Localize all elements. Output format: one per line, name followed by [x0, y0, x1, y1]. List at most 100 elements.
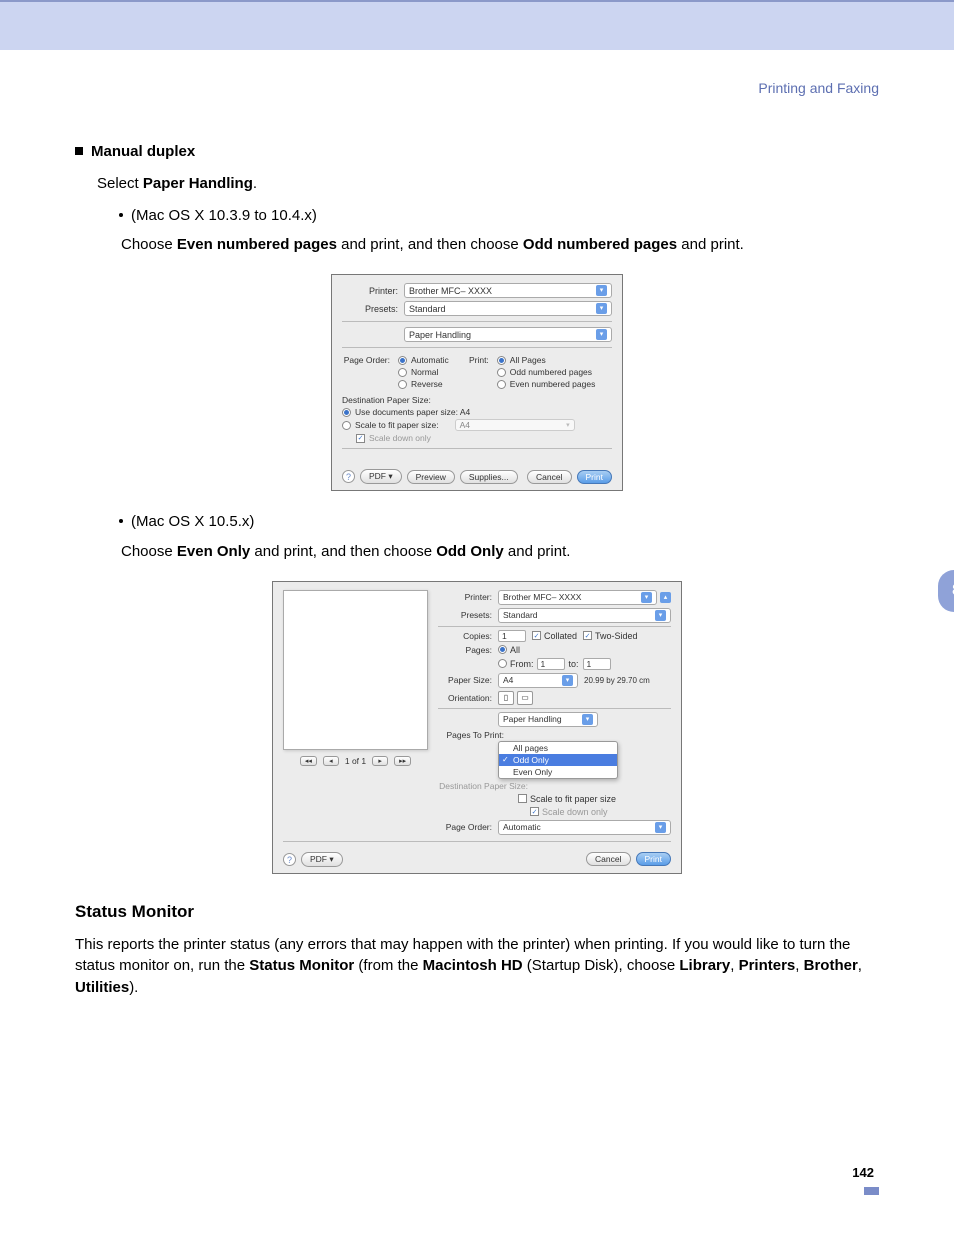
caret-icon: ▾ [655, 610, 666, 621]
dd-all[interactable]: All pages [499, 742, 617, 754]
pages-to-print-dropdown[interactable]: All pages Odd Only Even Only [498, 741, 618, 779]
pdf-button[interactable]: PDF ▾ [360, 469, 402, 484]
mac104-row: (Mac OS X 10.3.9 to 10.4.x) [119, 205, 879, 227]
t: , [858, 957, 862, 974]
dot-bullet-icon [119, 213, 123, 217]
text-bold: Even Only [177, 543, 250, 560]
b: Macintosh HD [423, 957, 523, 974]
print-button[interactable]: Print [636, 852, 671, 866]
printer-value: Brother MFC– XXXX [409, 286, 492, 296]
header-section: Printing and Faxing [75, 80, 879, 96]
presets-select[interactable]: Standard ▾ [404, 301, 612, 316]
collated-label: Collated [541, 631, 583, 641]
collapse-button[interactable]: ▴ [660, 592, 671, 603]
b: Brother [804, 957, 858, 974]
radio-auto[interactable] [398, 356, 407, 365]
preview-button[interactable]: Preview [407, 470, 455, 484]
dd-even[interactable]: Even Only [499, 766, 617, 778]
page-content: Printing and Faxing 8 Manual duplex Sele… [0, 50, 954, 1235]
scale-down: Scale down only [369, 433, 431, 443]
pr-all: All Pages [510, 355, 546, 365]
top-bar [0, 0, 954, 50]
help-button[interactable]: ? [342, 470, 355, 483]
pages-from: From: [507, 659, 537, 669]
caret-icon: ▾ [562, 675, 573, 686]
section-select[interactable]: Paper Handling▾ [498, 712, 598, 727]
pages-label: Pages: [438, 645, 498, 655]
pager-text: 1 of 1 [345, 756, 366, 766]
pager-last[interactable]: ▸▸ [394, 756, 411, 766]
twosided-checkbox[interactable]: ✓ [583, 631, 592, 640]
pdf-button[interactable]: PDF ▾ [301, 852, 343, 867]
orientation-portrait[interactable]: ▯ [498, 691, 514, 705]
print-dialog-104: Printer: Brother MFC– XXXX ▾ Presets: St… [331, 274, 623, 491]
scale-paper-select[interactable]: A4▾ [455, 419, 575, 431]
checkbox-scale-down[interactable]: ✓ [356, 434, 365, 443]
v: Paper Handling [503, 714, 562, 724]
pages-from-input[interactable]: 1 [537, 658, 565, 670]
print-dialog-105: ◂◂ ◂ 1 of 1 ▸ ▸▸ Printer: Brother MFC– X… [272, 581, 682, 874]
po-reverse: Reverse [411, 379, 443, 389]
printer-select[interactable]: Brother MFC– XXXX ▾ [404, 283, 612, 298]
preview-pane [283, 590, 428, 750]
printer-select[interactable]: Brother MFC– XXXX▾ [498, 590, 657, 605]
radio-normal[interactable] [398, 368, 407, 377]
radio-odd[interactable] [497, 368, 506, 377]
twosided-label: Two-Sided [592, 631, 638, 641]
caret-icon: ▾ [596, 329, 607, 340]
text: Choose [121, 236, 177, 253]
presets-select[interactable]: Standard▾ [498, 608, 671, 623]
pages-to-input[interactable]: 1 [583, 658, 611, 670]
scale-fit: Scale to fit paper size [527, 794, 616, 804]
radio-use-doc[interactable] [342, 408, 351, 417]
mac104-text: (Mac OS X 10.3.9 to 10.4.x) [131, 205, 317, 227]
instruction-1: Choose Even numbered pages and print, an… [121, 234, 879, 256]
scale-down-checkbox[interactable]: ✓ [530, 807, 539, 816]
pager: ◂◂ ◂ 1 of 1 ▸ ▸▸ [283, 756, 428, 766]
help-button[interactable]: ? [283, 853, 296, 866]
b: Status Monitor [249, 957, 354, 974]
orientation-landscape[interactable]: ▭ [517, 691, 533, 705]
radio-even[interactable] [497, 380, 506, 389]
cancel-button[interactable]: Cancel [586, 852, 630, 866]
manual-duplex-heading: Manual duplex [91, 141, 195, 163]
radio-pages-from[interactable] [498, 659, 507, 668]
section-select[interactable]: Paper Handling ▾ [404, 327, 612, 342]
text: Select [97, 175, 143, 192]
pager-next[interactable]: ▸ [372, 756, 388, 766]
collated-checkbox[interactable]: ✓ [532, 631, 541, 640]
cancel-button[interactable]: Cancel [527, 470, 571, 484]
divider [342, 347, 612, 348]
radio-all-pages[interactable] [497, 356, 506, 365]
radio-pages-all[interactable] [498, 645, 507, 654]
v: Automatic [503, 822, 541, 832]
mac105-row: (Mac OS X 10.5.x) [119, 511, 879, 533]
copies-input[interactable]: 1 [498, 630, 526, 642]
status-monitor-heading: Status Monitor [75, 902, 879, 922]
scale-fit: Scale to fit paper size: [355, 420, 439, 430]
papersize-select[interactable]: A4▾ [498, 673, 578, 688]
supplies-button[interactable]: Supplies... [460, 470, 518, 484]
pager-first[interactable]: ◂◂ [300, 756, 317, 766]
dest-paper-section: Destination Paper Size: Use documents pa… [342, 395, 612, 443]
text: and print. [677, 236, 744, 253]
t: (Startup Disk), choose [523, 957, 680, 974]
print-button[interactable]: Print [577, 470, 612, 484]
pager-prev[interactable]: ◂ [323, 756, 339, 766]
select-paper-line: Select Paper Handling. [97, 173, 879, 195]
t: ). [129, 979, 138, 996]
text: and print, and then choose [337, 236, 523, 253]
radio-scale-fit[interactable] [342, 421, 351, 430]
text-bold: Odd numbered pages [523, 236, 677, 253]
copies-label: Copies: [438, 631, 498, 641]
radio-reverse[interactable] [398, 380, 407, 389]
manual-duplex-row: Manual duplex [75, 141, 879, 163]
text: Choose [121, 543, 177, 560]
po-normal: Normal [411, 367, 438, 377]
scale-fit-checkbox[interactable] [518, 794, 527, 803]
page-order-select[interactable]: Automatic▾ [498, 820, 671, 835]
dd-odd[interactable]: Odd Only [499, 754, 617, 766]
dot-bullet-icon [119, 519, 123, 523]
papersize-label: Paper Size: [438, 675, 498, 685]
mac105-text: (Mac OS X 10.5.x) [131, 511, 254, 533]
